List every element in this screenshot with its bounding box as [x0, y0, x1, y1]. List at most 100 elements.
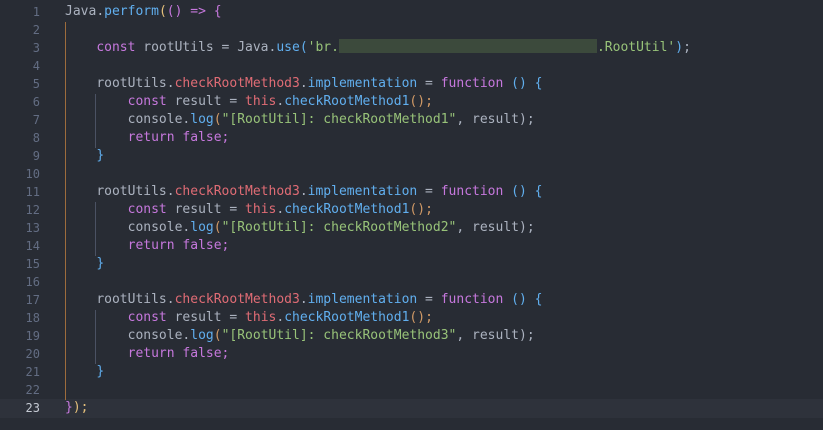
line-number-current: 23: [25, 401, 40, 415]
token: =: [417, 292, 441, 307]
token: ();: [409, 94, 433, 109]
token: }: [96, 148, 105, 163]
token: const: [127, 310, 167, 325]
token: {: [534, 184, 543, 199]
token: {: [534, 292, 543, 307]
token: return: [127, 346, 175, 361]
line-number: 11: [25, 185, 40, 199]
token: function: [440, 76, 504, 91]
token: checkRootMethod1: [284, 310, 410, 325]
token: function: [440, 292, 504, 307]
line-number: 8: [32, 131, 40, 145]
token: .: [96, 4, 105, 19]
token: const: [127, 202, 167, 217]
token: this: [245, 310, 277, 325]
token: .RootUtil': [596, 40, 676, 55]
code-line: }: [65, 255, 823, 273]
token: false;: [174, 130, 230, 145]
token: return: [127, 238, 175, 253]
token: implementation: [307, 76, 418, 91]
line-number: 22: [25, 383, 40, 397]
token: checkRootMethod3: [174, 292, 300, 307]
token: result =: [166, 310, 246, 325]
token: .: [299, 184, 308, 199]
token: .: [166, 76, 175, 91]
token: implementation: [307, 184, 418, 199]
token: log: [190, 220, 214, 235]
code-line: console.log("[RootUtil]: checkRootMethod…: [127, 328, 535, 343]
code-line: Java.perform(() => {: [65, 3, 823, 21]
token: false;: [174, 346, 230, 361]
line-number: 10: [25, 167, 40, 181]
line-number: 9: [32, 149, 40, 163]
token: "[RootUtil]: checkRootMethod2": [221, 220, 457, 235]
token: return: [127, 130, 175, 145]
token: Java: [65, 4, 97, 19]
token: checkRootMethod1: [284, 202, 410, 217]
line-number: 18: [25, 311, 40, 325]
code-line: return false;: [65, 237, 823, 255]
code-line: rootUtils.checkRootMethod3.implementatio…: [65, 183, 823, 201]
token: use: [276, 40, 300, 55]
code-line: return false;: [65, 345, 823, 363]
line-number: 2: [32, 23, 40, 37]
token: result =: [166, 94, 246, 109]
line-number: 13: [25, 221, 40, 235]
code-line: const result = this.checkRootMethod1();: [65, 309, 823, 327]
token: }: [65, 400, 73, 415]
token: .: [166, 184, 175, 199]
token: , result);: [456, 112, 535, 127]
token: =>: [182, 4, 214, 19]
token: rootUtils: [96, 184, 167, 199]
token: false;: [174, 238, 230, 253]
line-number: 19: [25, 329, 40, 343]
token: (: [158, 4, 167, 19]
token: checkRootMethod3: [174, 184, 300, 199]
token: ();: [409, 202, 433, 217]
token: "[RootUtil]: checkRootMethod3": [221, 328, 457, 343]
line-number: 5: [32, 77, 40, 91]
token: (): [503, 184, 535, 199]
token: .: [276, 202, 285, 217]
line-number: 3: [32, 41, 40, 55]
token: , result);: [456, 220, 535, 235]
token: function: [440, 184, 504, 199]
code-line: }: [65, 147, 823, 165]
token: .: [166, 292, 175, 307]
code-line: const result = this.checkRootMethod1();: [65, 201, 823, 219]
code-line-current: });: [65, 399, 823, 417]
token: console: [127, 220, 183, 235]
code-line: }: [65, 363, 823, 381]
code-line: console.log("[RootUtil]: checkRootMethod…: [127, 220, 535, 235]
redacted-block: [338, 39, 597, 53]
token: "[RootUtil]: checkRootMethod1": [221, 112, 457, 127]
token: {: [213, 4, 222, 19]
token: const: [127, 94, 167, 109]
line-number: 16: [25, 275, 40, 289]
token: .: [299, 292, 308, 307]
line-number: 15: [25, 257, 40, 271]
code-line: const rootUtils = Java.use('br. .RootUtil…: [96, 39, 691, 55]
token: .: [276, 310, 285, 325]
code-line: rootUtils.checkRootMethod3.implementatio…: [65, 291, 823, 309]
token: );: [72, 400, 89, 415]
token: .: [276, 94, 285, 109]
token: rootUtils =: [135, 40, 238, 55]
token: , result);: [456, 328, 535, 343]
token: (): [503, 76, 535, 91]
token: checkRootMethod3: [174, 76, 300, 91]
code-editor[interactable]: 1 2 3 4 5 6 7 8 9 10 11 12 13 14 15 16 1…: [0, 0, 823, 430]
token: }: [96, 364, 105, 379]
code-line: return false;: [65, 129, 823, 147]
token: rootUtils: [96, 76, 167, 91]
token: this: [245, 94, 277, 109]
line-number: 4: [32, 59, 40, 73]
token: checkRootMethod1: [284, 94, 410, 109]
code-line: console.log("[RootUtil]: checkRootMethod…: [127, 112, 535, 127]
code-line: const result = this.checkRootMethod1();: [65, 93, 823, 111]
token: rootUtils: [96, 292, 167, 307]
line-number: 6: [32, 95, 40, 109]
token: implementation: [307, 292, 418, 307]
token: .: [299, 76, 308, 91]
token: {: [534, 76, 543, 91]
